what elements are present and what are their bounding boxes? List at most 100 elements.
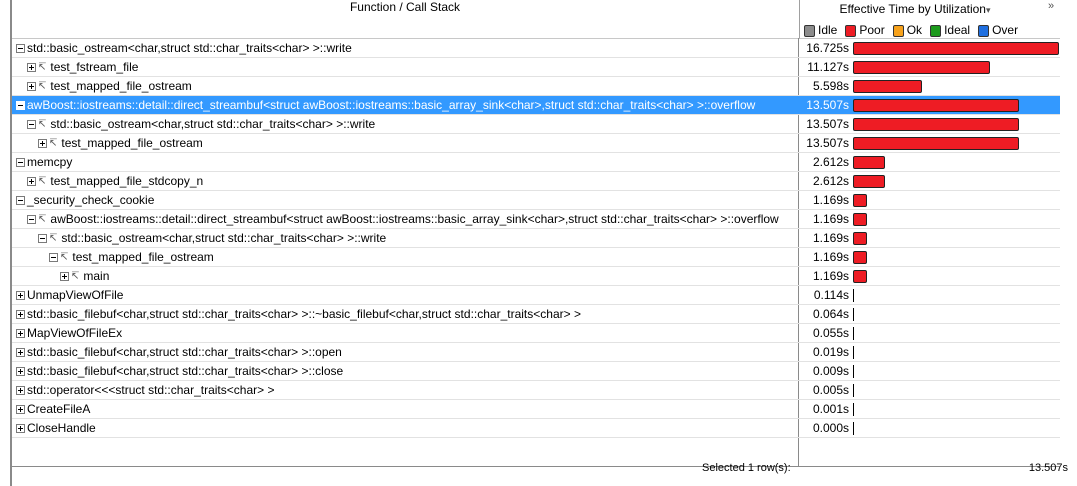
effective-time: 11.127s [807, 60, 849, 74]
time-column-header[interactable]: Effective Time by Utilization▾ Idle Poor O… [799, 0, 1060, 39]
function-cell: std::basic_filebuf<char,struct std::char… [16, 362, 343, 380]
legend-swatch-idle [804, 24, 815, 37]
collapse-icon[interactable] [16, 44, 25, 54]
function-cell: ↸ test_mapped_file_ostream [27, 77, 192, 95]
effective-time: 0.000s [812, 421, 849, 435]
caller-arrow-icon: ↸ [49, 232, 58, 244]
table-row[interactable]: ↸ test_mapped_file_ostream 5.598s [12, 77, 1060, 96]
table-row[interactable]: awBoost::iostreams::detail::direct_strea… [12, 96, 1060, 115]
expand-icon[interactable] [38, 139, 47, 149]
table-row[interactable]: MapViewOfFileEx 0.055s [12, 324, 1060, 343]
function-cell: ↸ test_mapped_file_ostream [38, 134, 203, 152]
collapse-icon[interactable] [16, 196, 25, 206]
expand-icon[interactable] [16, 291, 25, 301]
effective-time: 5.598s [812, 79, 849, 93]
table-row[interactable]: ↸ main 1.169s [12, 267, 1060, 286]
function-cell: _security_check_cookie [16, 191, 154, 209]
collapse-icon[interactable] [38, 234, 47, 244]
legend-swatch-poor [845, 24, 857, 37]
collapse-icon[interactable] [16, 101, 25, 111]
legend-label: Ok [906, 23, 923, 37]
table-row[interactable]: _security_check_cookie 1.169s [12, 191, 1060, 210]
legend-item-over: Over [978, 24, 1018, 37]
function-name: main [83, 269, 110, 283]
function-cell: std::basic_filebuf<char,struct std::char… [16, 343, 342, 361]
utilization-bar [853, 156, 885, 169]
collapse-icon[interactable] [27, 120, 36, 130]
function-cell: ↸ awBoost::iostreams::detail::direct_stre… [27, 210, 779, 228]
function-cell: ↸ test_mapped_file_ostream [49, 248, 214, 266]
expand-panel-icon[interactable]: » [1048, 0, 1062, 12]
effective-time: 13.507s [806, 136, 849, 150]
legend-label: Over [992, 23, 1019, 37]
function-column-header[interactable]: Function / Call Stack [12, 0, 798, 39]
effective-time: 0.019s [812, 345, 849, 359]
collapse-icon[interactable] [27, 215, 36, 225]
selected-sum-text: 13.507s [1028, 462, 1068, 474]
function-name: awBoost::iostreams::detail::direct_strea… [27, 98, 756, 112]
expand-icon[interactable] [16, 386, 25, 396]
function-cell: ↸ test_mapped_file_stdcopy_n [27, 172, 203, 190]
expand-icon[interactable] [16, 348, 25, 358]
table-row[interactable]: CloseHandle 0.000s [12, 419, 1060, 438]
table-row[interactable]: std::basic_ostream<char,struct std::char… [12, 39, 1060, 58]
expand-icon[interactable] [27, 82, 36, 92]
table-row[interactable]: ↸ std::basic_ostream<char,struct std::cha… [12, 115, 1060, 134]
table-row[interactable]: ↸ test_mapped_file_stdcopy_n 2.612s [12, 172, 1060, 191]
function-name: std::basic_ostream<char,struct std::char… [50, 117, 376, 131]
function-cell: ↸ test_fstream_file [27, 58, 138, 76]
utilization-bar [853, 194, 867, 207]
utilization-bar [853, 42, 1059, 55]
expand-icon[interactable] [16, 424, 25, 434]
expand-icon[interactable] [27, 177, 36, 187]
sort-arrow-icon[interactable]: ▾ [986, 5, 991, 15]
time-column-title[interactable]: Effective Time by Utilization▾ [800, 2, 1030, 17]
table-row[interactable]: ↸ awBoost::iostreams::detail::direct_stre… [12, 210, 1060, 229]
call-stack-rows: std::basic_ostream<char,struct std::char… [12, 39, 1060, 438]
effective-time: 1.169s [812, 269, 849, 283]
table-row[interactable]: ↸ test_fstream_file 11.127s [12, 58, 1060, 77]
status-footer: Selected 1 row(s): 13.507s [10, 462, 1068, 486]
function-column-title: Function / Call Stack [349, 0, 461, 14]
effective-time: 1.169s [812, 231, 849, 245]
function-cell: ↸ std::basic_ostream<char,struct std::cha… [27, 115, 375, 133]
utilization-bar [853, 80, 922, 93]
expand-icon[interactable] [16, 405, 25, 415]
function-name: std::basic_filebuf<char,struct std::char… [27, 307, 581, 321]
table-row[interactable]: std::basic_filebuf<char,struct std::char… [12, 362, 1060, 381]
expand-icon[interactable] [27, 63, 36, 73]
utilization-bar [853, 365, 854, 378]
expand-icon[interactable] [16, 367, 25, 377]
legend-item-poor: Poor [845, 24, 885, 37]
table-row[interactable]: CreateFileA 0.001s [12, 400, 1060, 419]
caller-arrow-icon: ↸ [60, 251, 69, 263]
legend-swatch-ok [892, 24, 904, 37]
table-row[interactable]: ↸ test_mapped_file_ostream 1.169s [12, 248, 1060, 267]
caller-arrow-icon: ↸ [38, 175, 47, 187]
utilization-bar [853, 384, 854, 397]
function-name: UnmapViewOfFile [27, 288, 124, 302]
collapse-icon[interactable] [16, 158, 25, 168]
table-row[interactable]: std::basic_filebuf<char,struct std::char… [12, 305, 1060, 324]
utilization-bar [853, 61, 990, 74]
function-cell: ↸ main [60, 267, 109, 285]
caller-arrow-icon: ↸ [71, 270, 80, 282]
expand-icon[interactable] [16, 329, 25, 339]
expand-icon[interactable] [16, 310, 25, 320]
table-row[interactable]: ↸ std::basic_ostream<char,struct std::cha… [12, 229, 1060, 248]
legend-label: Ideal [944, 23, 971, 37]
utilization-bar [853, 327, 854, 340]
table-row[interactable]: std::operator<<<struct std::char_traits<… [12, 381, 1060, 400]
function-name: test_mapped_file_ostream [61, 136, 203, 150]
expand-icon[interactable] [60, 272, 69, 282]
table-row[interactable]: memcpy 2.612s [12, 153, 1060, 172]
collapse-icon[interactable] [49, 253, 58, 263]
table-row[interactable]: std::basic_filebuf<char,struct std::char… [12, 343, 1060, 362]
utilization-bar [853, 232, 867, 245]
table-row[interactable]: ↸ test_mapped_file_ostream 13.507s [12, 134, 1060, 153]
table-row[interactable]: UnmapViewOfFile 0.114s [12, 286, 1060, 305]
function-cell: awBoost::iostreams::detail::direct_strea… [16, 96, 755, 114]
effective-time: 2.612s [812, 174, 849, 188]
utilization-bar [853, 137, 1019, 150]
utilization-bar [853, 346, 854, 359]
